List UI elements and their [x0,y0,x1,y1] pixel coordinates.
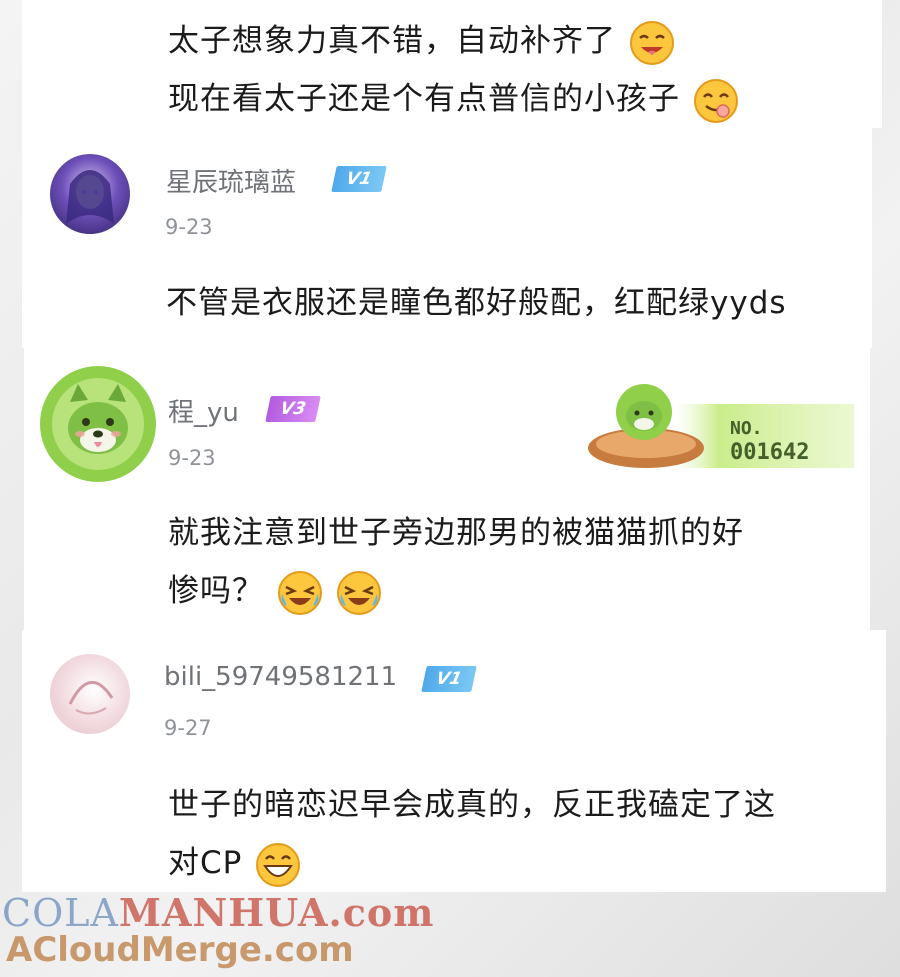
comment-line-1: 世子的暗恋迟早会成真的，反正我磕定了这 [168,787,776,823]
user-avatar[interactable] [50,654,130,734]
laughing-crying-emoji-icon [336,570,381,615]
comment-date: 9-23 [168,446,216,470]
comment-text: 世子的暗恋迟早会成真的，反正我磕定了这 对CP [168,776,776,892]
avatar-portrait-icon [66,170,114,224]
comment-card-3: 程_yu V3 9-23 NO. 001642 就我注意到世子旁边那男的被猫猫抓… [24,348,870,630]
level-badge: V1 [331,166,387,192]
yummy-emoji-icon [693,78,738,123]
comment-text: 太子想象力真不错，自动补齐了 现在看太子还是个有点普信的小孩子 [168,12,739,128]
laughing-crying-emoji-icon [277,570,322,615]
fan-badge[interactable]: NO. 001642 [584,370,854,474]
watermark-part-a: COLA [2,891,119,935]
comment-line-2: 对CP [168,845,243,881]
drooling-emoji-icon [629,20,674,65]
level-badge: V3 [265,396,321,422]
comment-text: 不管是衣服还是瞳色都好般配，红配绿yyds [166,274,787,332]
comment-card-4: bili_59749581211 V1 9-27 世子的暗恋迟早会成真的，反正我… [22,630,886,892]
comment-line-2: 现在看太子还是个有点普信的小孩子 [168,81,680,117]
cabbage-dog-avatar[interactable] [36,362,160,486]
watermark-acloudmerge: ACloudMerge.com [6,930,354,970]
fan-badge-icon [588,384,854,468]
fan-badge-label: NO. [730,418,763,439]
comment-line-1: 太子想象力真不错，自动补齐了 [168,23,616,59]
watermark-colamanhua: COLAMANHUA.com [2,890,434,935]
grinning-emoji-icon [256,842,301,887]
level-badge: V1 [421,666,477,692]
comment-text: 就我注意到世子旁边那男的被猫猫抓的好 惨吗？ [168,504,744,620]
comment-line-1: 就我注意到世子旁边那男的被猫猫抓的好 [168,515,744,551]
comment-line-2: 惨吗？ [168,573,264,609]
avatar-portrait-icon [68,680,114,715]
cabbage-dog-icon [40,366,156,482]
fan-badge-number: 001642 [730,440,810,465]
username[interactable]: 星辰琉璃蓝 [166,162,296,199]
watermark-part-b: MANHUA.com [118,890,435,935]
comment-card-1: 太子想象力真不错，自动补齐了 现在看太子还是个有点普信的小孩子 [22,0,882,128]
comment-date: 9-27 [164,716,212,740]
username[interactable]: 程_yu [168,392,239,429]
user-avatar[interactable] [50,154,130,234]
username[interactable]: bili_59749581211 [164,662,397,692]
comment-line-1: 不管是衣服还是瞳色都好般配，红配绿yyds [166,285,787,321]
comment-card-2: 星辰琉璃蓝 V1 9-23 不管是衣服还是瞳色都好般配，红配绿yyds [22,128,872,348]
comment-date: 9-23 [165,215,213,239]
